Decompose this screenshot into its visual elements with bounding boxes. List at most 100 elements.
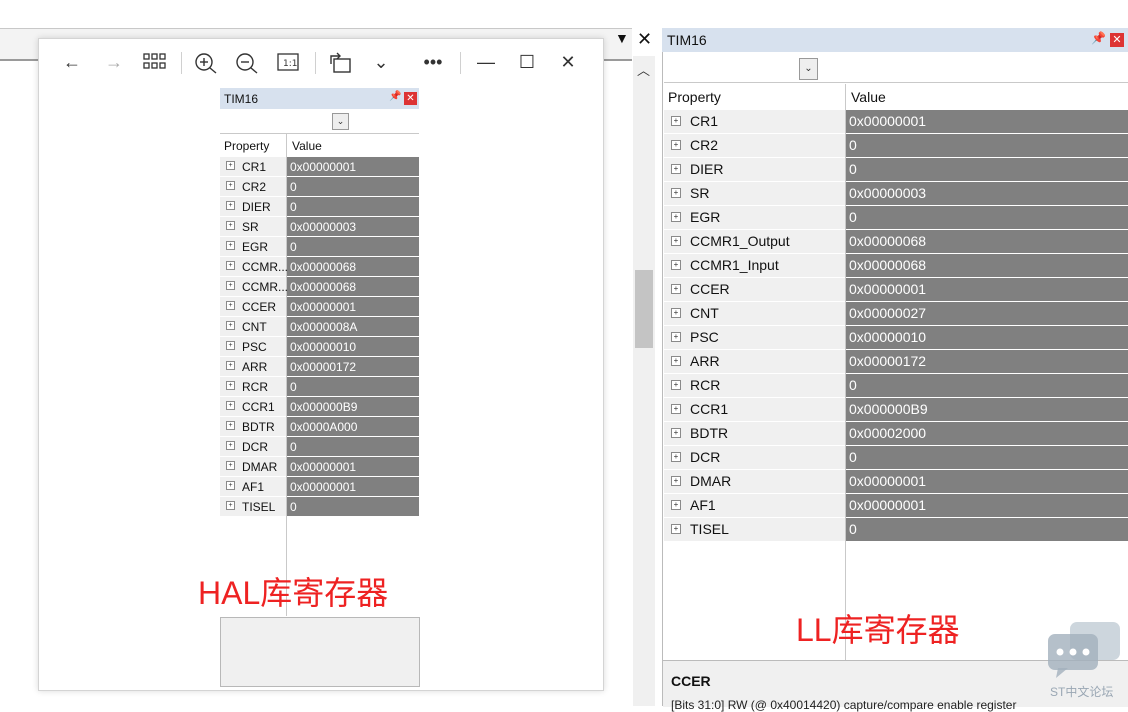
register-row[interactable]: + DCR 0 (220, 437, 419, 457)
expand-icon[interactable]: + (226, 201, 235, 210)
register-row[interactable]: + CCR1 0x000000B9 (664, 398, 1128, 422)
actual-size-icon[interactable]: 1:1 (276, 52, 300, 76)
back-arrow-icon[interactable]: ← (60, 52, 84, 72)
register-row[interactable]: + EGR 0 (664, 206, 1128, 230)
expand-icon[interactable]: + (671, 356, 681, 366)
forward-arrow-icon[interactable]: → (102, 52, 126, 72)
pin-icon[interactable]: 📌 (389, 91, 401, 102)
register-row[interactable]: + CCER 0x00000001 (220, 297, 419, 317)
scrollbar-thumb[interactable] (635, 270, 653, 348)
expand-icon[interactable]: + (671, 476, 681, 486)
register-row[interactable]: + CR2 0 (220, 177, 419, 197)
expand-icon[interactable]: + (226, 341, 235, 350)
expand-icon[interactable]: + (671, 308, 681, 318)
expand-icon[interactable]: + (226, 301, 235, 310)
register-row[interactable]: + ARR 0x00000172 (664, 350, 1128, 374)
expand-icon[interactable]: + (671, 116, 681, 126)
scroll-up-icon[interactable]: ︿ (637, 60, 650, 79)
expand-icon[interactable]: + (226, 281, 235, 290)
expand-icon[interactable]: + (226, 321, 235, 330)
register-row[interactable]: + SR 0x00000003 (664, 182, 1128, 206)
expand-icon[interactable]: + (671, 188, 681, 198)
register-name: DCR (242, 440, 268, 454)
register-row[interactable]: + RCR 0 (664, 374, 1128, 398)
close-icon[interactable]: ✕ (404, 92, 417, 105)
register-row[interactable]: + CNT 0x0000008A (220, 317, 419, 337)
expand-icon[interactable]: + (671, 260, 681, 270)
expand-icon[interactable]: + (671, 284, 681, 294)
ll-panel-dropdown[interactable]: ⌄ (799, 58, 818, 80)
hal-panel-dropdown[interactable]: ⌄ (332, 113, 349, 130)
chevron-down-icon[interactable]: ⌄ (369, 52, 393, 72)
rotate-icon[interactable] (328, 52, 352, 78)
pin-icon[interactable]: 📌 (1091, 31, 1106, 45)
close-icon[interactable]: ✕ (556, 52, 580, 72)
register-row[interactable]: + CCMR... 0x00000068 (220, 277, 419, 297)
expand-icon[interactable]: + (226, 401, 235, 410)
expand-icon[interactable]: + (671, 332, 681, 342)
expand-icon[interactable]: + (226, 421, 235, 430)
register-row[interactable]: + CR1 0x00000001 (220, 157, 419, 177)
ll-annotation: LL库寄存器 (796, 612, 960, 648)
register-row[interactable]: + CCMR1_Input 0x00000068 (664, 254, 1128, 278)
register-row[interactable]: + CCMR1_Output 0x00000068 (664, 230, 1128, 254)
expand-icon[interactable]: + (671, 164, 681, 174)
register-row[interactable]: + TISEL 0 (220, 497, 419, 517)
dropdown-arrow-icon[interactable]: ▼ (615, 30, 629, 46)
expand-icon[interactable]: + (671, 236, 681, 246)
expand-icon[interactable]: + (671, 380, 681, 390)
close-icon[interactable]: ✕ (637, 29, 652, 50)
expand-icon[interactable]: + (226, 221, 235, 230)
minimize-icon[interactable]: — (474, 52, 498, 72)
expand-icon[interactable]: + (226, 361, 235, 370)
expand-icon[interactable]: + (226, 161, 235, 170)
register-row[interactable]: + TISEL 0 (664, 518, 1128, 542)
register-row[interactable]: + AF1 0x00000001 (220, 477, 419, 497)
expand-icon[interactable]: + (226, 261, 235, 270)
expand-icon[interactable]: + (226, 461, 235, 470)
register-row[interactable]: + CR1 0x00000001 (664, 110, 1128, 134)
expand-icon[interactable]: + (671, 404, 681, 414)
register-row[interactable]: + DCR 0 (664, 446, 1128, 470)
register-row[interactable]: + CNT 0x00000027 (664, 302, 1128, 326)
expand-icon[interactable]: + (671, 140, 681, 150)
register-row[interactable]: + SR 0x00000003 (220, 217, 419, 237)
expand-icon[interactable]: + (226, 441, 235, 450)
register-row[interactable]: + CCER 0x00000001 (664, 278, 1128, 302)
register-row[interactable]: + PSC 0x00000010 (664, 326, 1128, 350)
expand-icon[interactable]: + (671, 500, 681, 510)
vertical-scrollbar[interactable] (633, 56, 655, 706)
expand-icon[interactable]: + (671, 524, 681, 534)
register-row[interactable]: + DMAR 0x00000001 (220, 457, 419, 477)
register-row[interactable]: + DIER 0 (664, 158, 1128, 182)
register-row[interactable]: + CCMR... 0x00000068 (220, 257, 419, 277)
expand-icon[interactable]: + (226, 181, 235, 190)
register-name: DIER (690, 161, 724, 177)
expand-icon[interactable]: + (226, 381, 235, 390)
register-row[interactable]: + EGR 0 (220, 237, 419, 257)
close-icon[interactable]: ✕ (1110, 33, 1124, 47)
expand-icon[interactable]: + (226, 501, 235, 510)
expand-icon[interactable]: + (671, 452, 681, 462)
register-row[interactable]: + PSC 0x00000010 (220, 337, 419, 357)
expand-icon[interactable]: + (671, 428, 681, 438)
register-row[interactable]: + RCR 0 (220, 377, 419, 397)
register-row[interactable]: + BDTR 0x0000A000 (220, 417, 419, 437)
zoom-in-icon[interactable] (194, 52, 218, 78)
register-row[interactable]: + CR2 0 (664, 134, 1128, 158)
register-row[interactable]: + ARR 0x00000172 (220, 357, 419, 377)
watermark-text: ST中文论坛 (1050, 685, 1114, 699)
register-name: RCR (242, 380, 268, 394)
more-icon[interactable]: ••• (421, 52, 445, 72)
maximize-icon[interactable]: ☐ (515, 52, 539, 72)
expand-icon[interactable]: + (671, 212, 681, 222)
expand-icon[interactable]: + (226, 241, 235, 250)
register-row[interactable]: + BDTR 0x00002000 (664, 422, 1128, 446)
expand-icon[interactable]: + (226, 481, 235, 490)
grid-icon[interactable] (143, 52, 167, 76)
register-row[interactable]: + CCR1 0x000000B9 (220, 397, 419, 417)
zoom-out-icon[interactable] (235, 52, 259, 78)
register-row[interactable]: + DMAR 0x00000001 (664, 470, 1128, 494)
register-row[interactable]: + DIER 0 (220, 197, 419, 217)
register-row[interactable]: + AF1 0x00000001 (664, 494, 1128, 518)
